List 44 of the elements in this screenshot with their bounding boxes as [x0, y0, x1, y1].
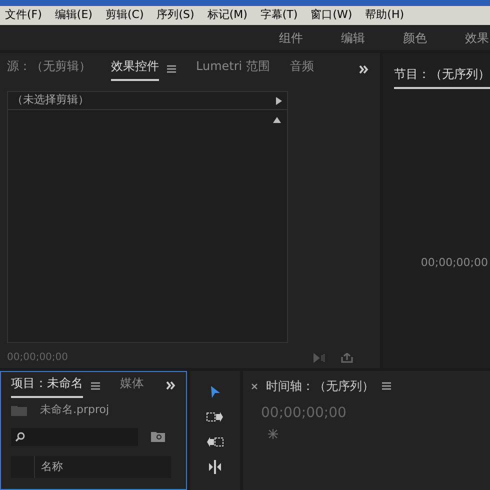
- timecode: 00;00;00;00: [7, 351, 68, 365]
- menu-item[interactable]: 标记(M): [207, 7, 248, 24]
- menu-item[interactable]: 编辑(E): [54, 7, 92, 24]
- workspace-tab[interactable]: 效果: [465, 28, 489, 46]
- close-icon[interactable]: [251, 382, 258, 390]
- workspace-tab[interactable]: 编辑: [341, 28, 365, 46]
- menu-item[interactable]: 剪辑(C): [105, 7, 144, 24]
- search-icon: [15, 432, 25, 442]
- menu-item[interactable]: 窗口(W): [310, 7, 352, 24]
- track-backward-icon: [206, 436, 224, 448]
- snap-icon[interactable]: [267, 428, 279, 440]
- panel-tab[interactable]: 音频: [290, 57, 314, 81]
- arrow-pointer-icon: [208, 385, 222, 399]
- panel-menu-icon[interactable]: [91, 382, 100, 390]
- ripple-edit-icon: [206, 460, 224, 474]
- export-icon[interactable]: [341, 352, 353, 362]
- panel-menu-icon[interactable]: [382, 382, 391, 390]
- column-header[interactable]: 名称: [35, 456, 63, 478]
- search-field[interactable]: [11, 428, 138, 446]
- chevrons-icon[interactable]: [166, 381, 176, 390]
- menu-item[interactable]: 帮助(H): [365, 7, 404, 24]
- folder-icon: [11, 404, 27, 416]
- panel-menu-icon[interactable]: [167, 65, 176, 73]
- timeline-title: 时间轴：（无序列）: [266, 378, 374, 395]
- panel-tab[interactable]: Lumetri 范围: [196, 57, 270, 81]
- menu-item[interactable]: 文件(F): [5, 7, 42, 24]
- panel-tab[interactable]: 节目：（无序列）: [394, 65, 490, 89]
- clip-header: （未选择剪辑）: [12, 92, 89, 108]
- folder-search-icon[interactable]: [151, 431, 165, 442]
- timecode: 00;00;00;00: [420, 255, 489, 271]
- chevrons-icon[interactable]: [359, 64, 369, 74]
- track-forward-icon: [206, 411, 224, 423]
- workspace-tab[interactable]: 颜色: [403, 28, 427, 46]
- panel-tab[interactable]: 源：（无剪辑）: [7, 57, 91, 81]
- play-triangle-icon[interactable]: [275, 96, 283, 104]
- panel-tab[interactable]: 效果控件: [111, 57, 159, 81]
- menu-item[interactable]: 序列(S): [156, 7, 194, 24]
- collapse-triangle-icon[interactable]: [273, 116, 281, 124]
- timecode: 00;00;00;00: [261, 404, 348, 423]
- workspace-tab[interactable]: 组件: [279, 28, 303, 46]
- project-file-name: 未命名.prproj: [40, 402, 110, 418]
- panel-tab[interactable]: 媒体: [120, 374, 144, 398]
- panel-tab[interactable]: 项目：未命名: [11, 374, 83, 398]
- menu-item[interactable]: 字幕(T): [260, 7, 298, 24]
